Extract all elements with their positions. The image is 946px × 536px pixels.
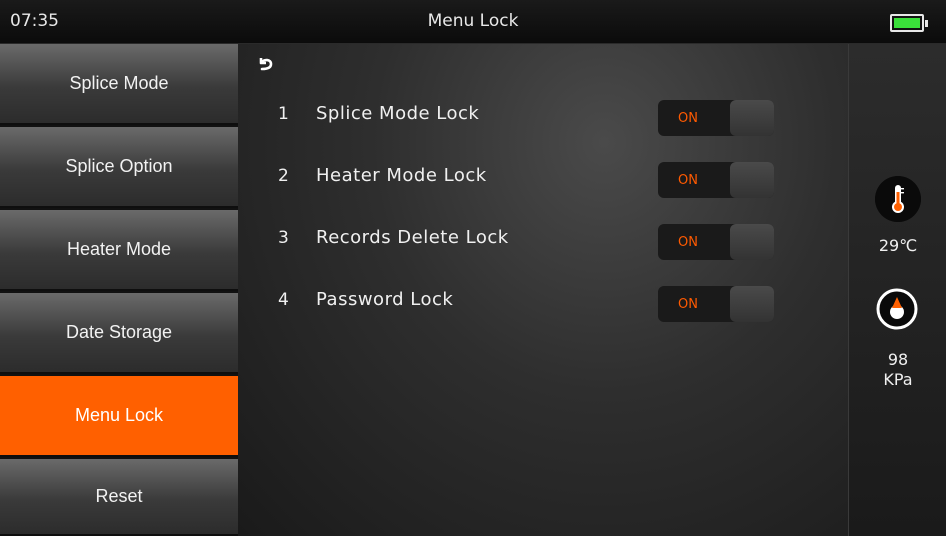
setting-label: Password Lock [316, 289, 454, 310]
sidebar-item-splice-option[interactable]: Splice Option [0, 127, 238, 208]
status-bar: 07:35 Menu Lock [0, 0, 946, 44]
pressure-readout: 98 KPa [849, 350, 946, 390]
sidebar-item-heater-mode[interactable]: Heater Mode [0, 210, 238, 291]
toggle-state: ON [678, 235, 698, 250]
toggle-state: ON [678, 111, 698, 126]
setting-label: Splice Mode Lock [316, 103, 480, 124]
sidebar-item-label: Menu Lock [74, 405, 164, 425]
battery-icon [890, 14, 928, 32]
sidebar: Splice Mode Splice Option Heater Mode Da… [0, 44, 238, 536]
setting-row: 3 Records Delete Lock ON [238, 220, 848, 260]
sidebar-item-reset[interactable]: Reset [0, 459, 238, 536]
setting-row: 4 Password Lock ON [238, 282, 848, 322]
setting-number: 2 [278, 166, 289, 186]
toggle-knob [730, 100, 774, 136]
sidebar-item-label: Heater Mode [66, 239, 172, 259]
setting-number: 1 [278, 104, 289, 124]
sidebar-item-menu-lock[interactable]: Menu Lock [0, 376, 238, 457]
temperature-readout: 29℃ [878, 236, 918, 255]
page-title: Menu Lock [427, 11, 519, 31]
settings-panel: 1 Splice Mode Lock ON 2 Heater Mode Lock… [238, 44, 848, 536]
toggle-knob [730, 224, 774, 260]
sidebar-item-label: Splice Mode [69, 73, 169, 93]
status-panel: 29℃ 98 KPa [848, 44, 946, 536]
toggle-state: ON [678, 297, 698, 312]
heater-mode-lock-toggle[interactable]: ON [658, 162, 774, 198]
toggle-state: ON [678, 173, 698, 188]
sidebar-item-label: Date Storage [65, 322, 173, 342]
setting-label: Heater Mode Lock [316, 165, 487, 186]
setting-label: Records Delete Lock [316, 227, 509, 248]
sidebar-item-splice-mode[interactable]: Splice Mode [0, 44, 238, 125]
setting-number: 3 [278, 228, 289, 248]
back-icon[interactable] [256, 54, 276, 74]
battery-fill [894, 18, 920, 28]
pressure-gauge-icon [876, 288, 918, 330]
sidebar-item-label: Splice Option [65, 156, 173, 176]
records-delete-lock-toggle[interactable]: ON [658, 224, 774, 260]
setting-row: 1 Splice Mode Lock ON [238, 96, 848, 136]
sidebar-item-label: Reset [95, 486, 143, 506]
sidebar-item-date-storage[interactable]: Date Storage [0, 293, 238, 374]
splice-mode-lock-toggle[interactable]: ON [658, 100, 774, 136]
thermometer-icon [875, 176, 921, 222]
toggle-knob [730, 162, 774, 198]
pressure-value: 98 [887, 350, 909, 369]
setting-row: 2 Heater Mode Lock ON [238, 158, 848, 198]
setting-number: 4 [278, 290, 289, 310]
pressure-unit: KPa [883, 370, 913, 389]
password-lock-toggle[interactable]: ON [658, 286, 774, 322]
toggle-knob [730, 286, 774, 322]
